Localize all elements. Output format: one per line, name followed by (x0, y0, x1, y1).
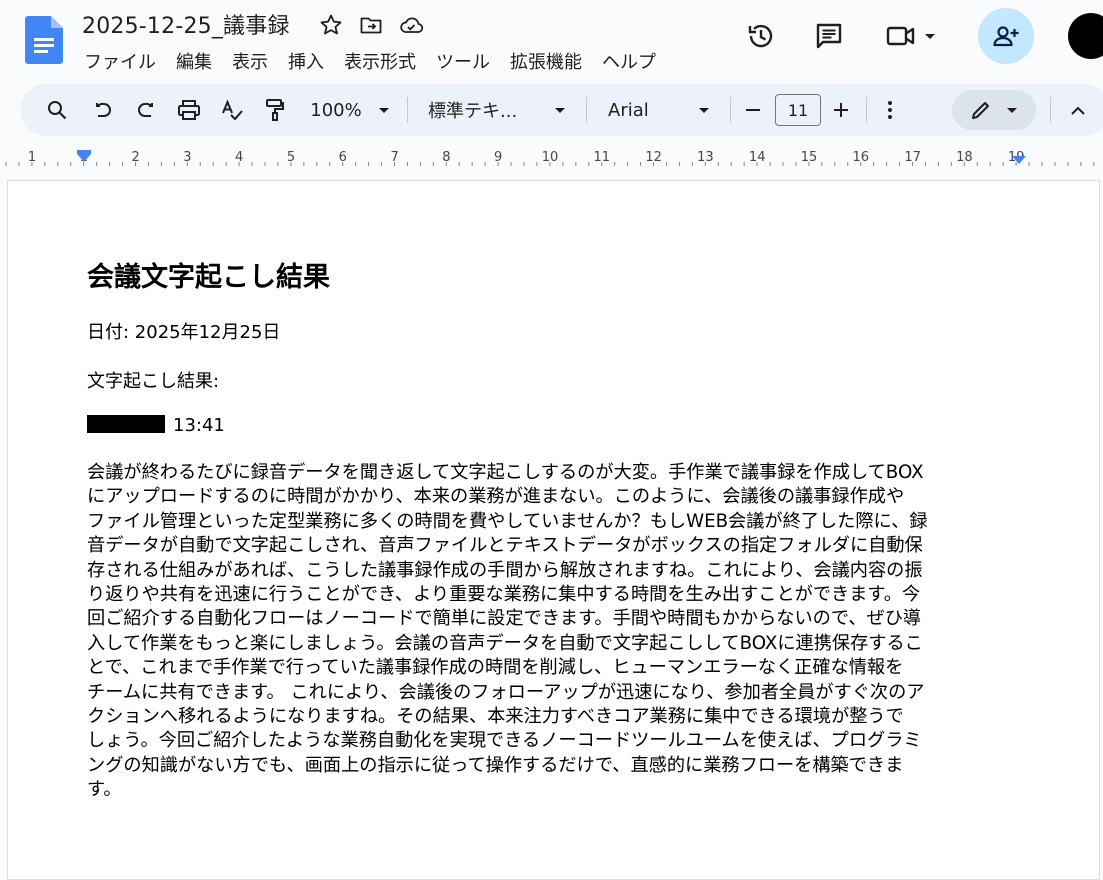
paragraph-line: ファイル管理といった定型業務に多くの時間を費やしていませんか？もしWEB会議が終… (87, 510, 928, 532)
decrease-font-size-icon[interactable] (740, 84, 766, 136)
ruler-label: 2 (131, 150, 139, 165)
ruler-label: 6 (339, 150, 347, 165)
header-actions (733, 8, 1103, 64)
paragraph-line: 入して作業をもっと楽にしましょう。会議の音声データを自動で文字起こししてBOXに… (87, 632, 923, 654)
spellcheck-icon[interactable] (217, 84, 247, 136)
date-line: 日付: 2025年12月25日 (87, 322, 281, 343)
toolbar-divider (586, 97, 587, 123)
paragraph-line: 存される仕組みがあれば、こうした議事録作成の手間から解放されますね。これにより、… (87, 559, 923, 581)
menu-insert[interactable]: 挿入 (278, 46, 334, 76)
speaker-line: 13:41 (87, 415, 225, 436)
ruler-label: 16 (853, 150, 870, 165)
ruler-label: 3 (183, 150, 191, 165)
menu-view[interactable]: 表示 (222, 46, 278, 76)
paragraph-line: 会議が終わるたびに録音データを聞き返して文字起こしするのが大変。手作業で議事録を… (87, 462, 924, 483)
editing-mode-button[interactable] (952, 90, 1036, 130)
paragraph-line: にアップロードするのに時間がかかり、本来の業務が進まない。このように、会議後の議… (87, 486, 905, 508)
document-page[interactable]: 会議文字起こし結果 日付: 2025年12月25日 文字起こし結果: 13:41… (7, 180, 1100, 880)
zoom-chevron-icon[interactable] (374, 84, 394, 136)
menu-format[interactable]: 表示形式 (334, 46, 426, 76)
add-person-icon (993, 26, 1019, 47)
pencil-icon (972, 102, 989, 119)
font-size-input[interactable]: 11 (775, 94, 821, 126)
paragraph-line: とで、これまで手作業で行っていた議事録作成の時間を削減し、ヒューマンエラーなく正… (87, 657, 904, 679)
star-icon[interactable] (318, 12, 344, 38)
ruler-label: 12 (645, 150, 662, 165)
menu-edit[interactable]: 編集 (166, 46, 222, 76)
app-header: 2025-12-25_議事録 ファイル 編集 表示 挿入 表示形式 ツール 拡張… (0, 0, 1103, 82)
toolbar-divider (407, 97, 408, 123)
title-icons (318, 12, 424, 38)
zoom-select[interactable]: 100% (307, 84, 365, 136)
transcript-paragraph: 会議が終わるたびに録音データを聞き返して文字起こしするのが大変。手作業で議事録を… (87, 461, 1027, 803)
menu-help[interactable]: ヘルプ (592, 46, 666, 76)
paragraph-line: クションへ移れるようになりますね。その結果、本来注力すべきコア業務に集中できる環… (87, 706, 904, 728)
paragraph-line: ングの知識がない方でも、画面上の指示に従って操作するだけで、直感的に業務フローを… (87, 754, 904, 776)
comments-icon[interactable] (811, 18, 847, 54)
ruler-label: 4 (235, 150, 243, 165)
menu-extensions[interactable]: 拡張機能 (500, 46, 592, 76)
ruler-label: 14 (749, 150, 766, 165)
paint-format-icon[interactable] (260, 84, 290, 136)
document-title[interactable]: 2025-12-25_議事録 (82, 8, 290, 40)
ruler-label: 8 (442, 150, 450, 165)
toolbar-divider (1050, 97, 1051, 123)
ruler-label: 17 (904, 150, 921, 165)
menu-tools[interactable]: ツール (426, 46, 500, 76)
ruler-label: 1 (28, 150, 36, 165)
paragraph-style-select[interactable]: 標準テキ... (428, 84, 524, 136)
paragraph-line: 回ご紹介する自動化フローはノーコードで簡単に設定できます。手間や時間もかからない… (87, 608, 922, 630)
increase-font-size-icon[interactable] (828, 84, 854, 136)
ruler-label: 10 (542, 150, 559, 165)
paragraph-line: り返りや共有を迅速に行うことができ、より重要な業務に集中する時間を生み出すことが… (87, 584, 921, 606)
ruler-label: 7 (390, 150, 398, 165)
ruler-label: 5 (287, 150, 295, 165)
paragraph-line: 音データが自動で文字起こしされ、音声ファイルとテキストデータがボックスの指定フォ… (87, 535, 923, 557)
menubar: ファイル 編集 表示 挿入 表示形式 ツール 拡張機能 ヘルプ (74, 46, 666, 76)
ruler-label: 13 (697, 150, 714, 165)
account-avatar[interactable] (1068, 13, 1103, 59)
toolbar-divider (866, 97, 867, 123)
move-to-folder-icon[interactable] (358, 12, 384, 38)
version-history-icon[interactable] (743, 18, 779, 54)
print-icon[interactable] (174, 84, 204, 136)
menu-file[interactable]: ファイル (74, 46, 166, 76)
mode-chevron-icon (1007, 108, 1017, 113)
ruler-label: 11 (594, 150, 611, 165)
ruler-label: 9 (494, 150, 502, 165)
paragraph-line: す。 (87, 779, 122, 801)
redacted-speaker-name (87, 415, 165, 433)
document-heading: 会議文字起こし結果 (87, 262, 330, 293)
docs-logo-icon[interactable] (25, 16, 63, 64)
meet-dropdown-chevron-icon[interactable] (921, 18, 939, 54)
toolbar-divider (730, 97, 731, 123)
share-button[interactable] (978, 8, 1034, 64)
more-options-icon[interactable] (878, 84, 902, 136)
cloud-saved-icon[interactable] (398, 12, 424, 38)
search-menus-icon[interactable] (40, 84, 74, 136)
hide-menus-chevron-up-icon[interactable] (1064, 84, 1092, 136)
font-chevron-icon[interactable] (694, 84, 714, 136)
ruler-label: 15 (801, 150, 818, 165)
font-select[interactable]: Arial (608, 84, 668, 136)
style-chevron-icon[interactable] (550, 84, 570, 136)
horizontal-ruler[interactable]: 112345678910111213141516171819 (0, 146, 1103, 170)
meet-video-icon[interactable] (883, 18, 919, 54)
paragraph-line: チームに共有できます。 これにより、会議後のフォローアップが迅速になり、参加者全… (87, 681, 925, 703)
undo-icon[interactable] (88, 84, 118, 136)
transcript-label: 文字起こし結果: (87, 371, 220, 392)
paragraph-line: しょう。今回ご紹介したような業務自動化を実現できるノーコードツールユームを使えば… (87, 730, 922, 752)
toolbar: 100% 標準テキ... Arial 11 (20, 84, 1103, 136)
timestamp: 13:41 (173, 415, 225, 436)
ruler-label: 18 (956, 150, 973, 165)
redo-icon[interactable] (131, 84, 161, 136)
